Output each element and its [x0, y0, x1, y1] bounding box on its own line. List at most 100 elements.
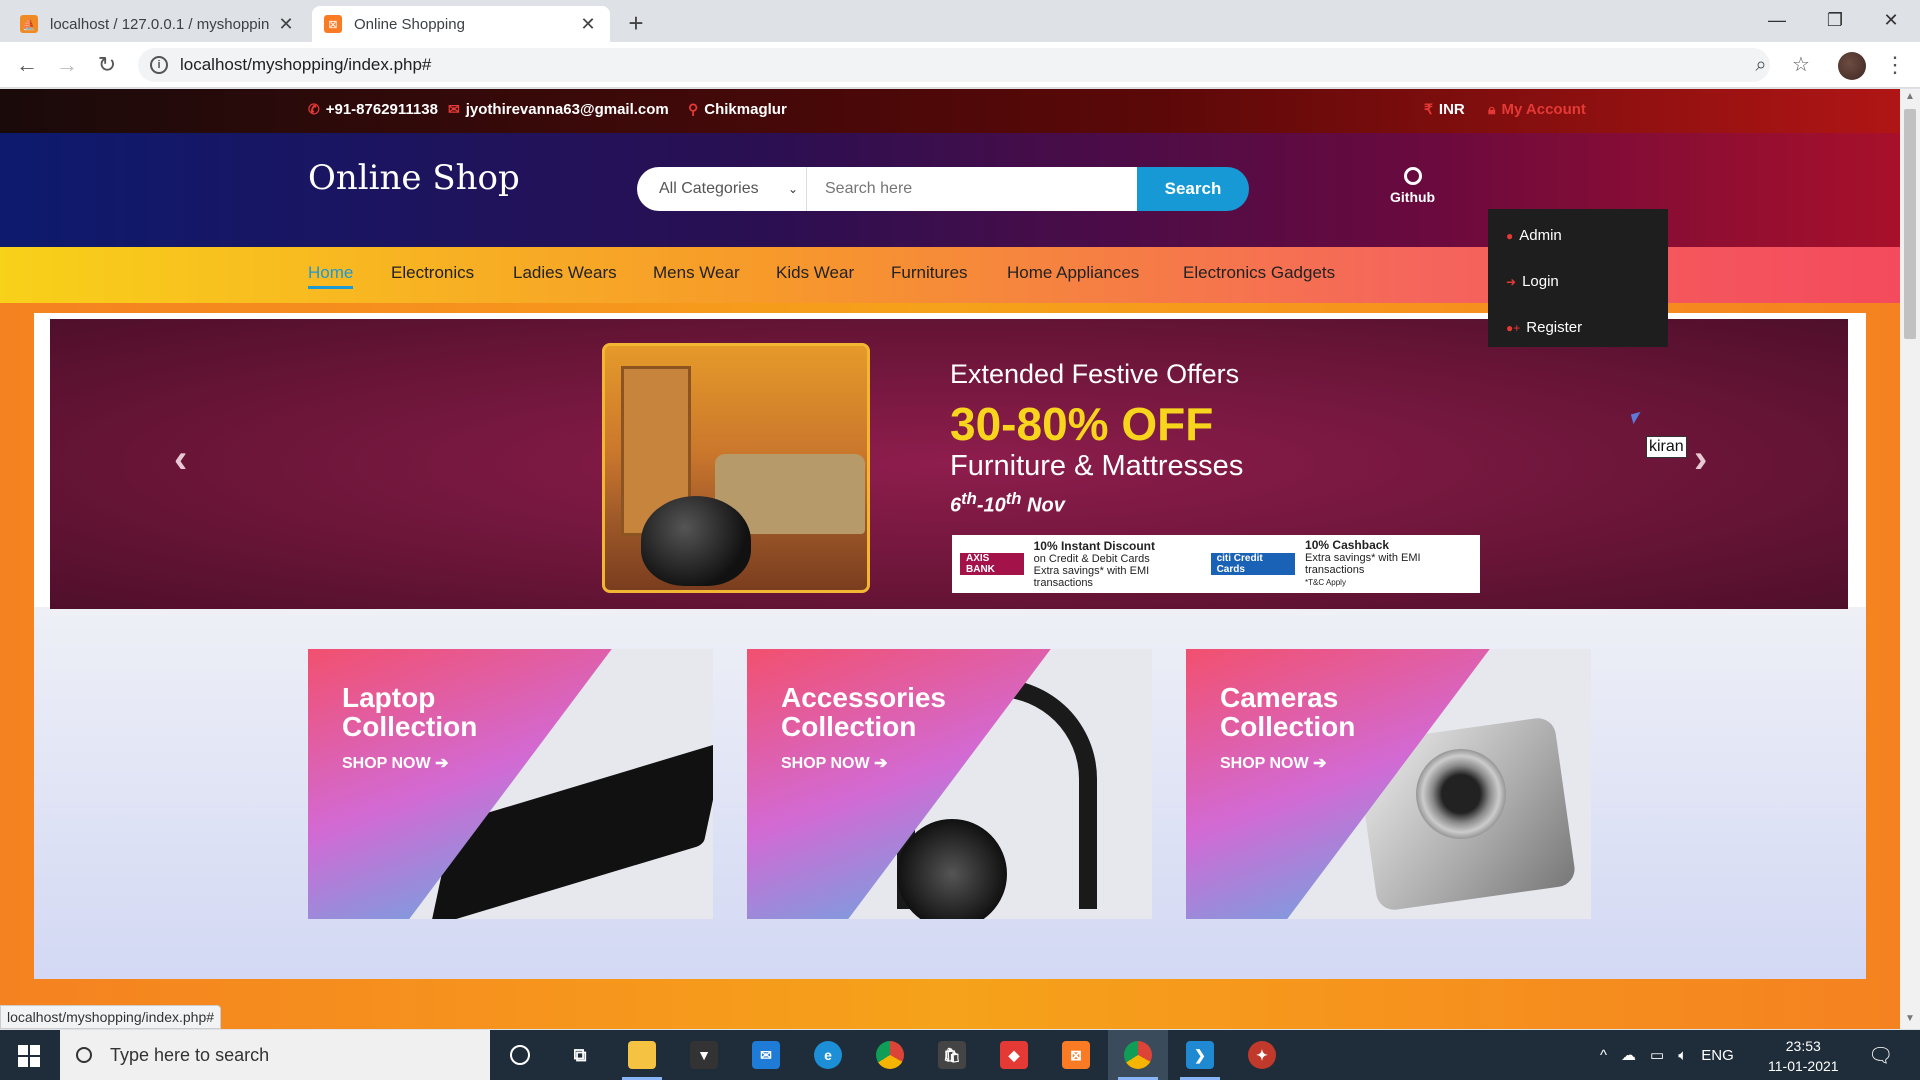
clock-time: 23:53 [1785, 1038, 1821, 1054]
onedrive-icon[interactable]: ☁ [1621, 1046, 1636, 1064]
volume-icon[interactable]: 🔈︎ [1678, 1047, 1687, 1064]
notifications-icon[interactable]: 🗨︎ [1868, 1030, 1893, 1080]
chrome-icon[interactable] [860, 1030, 920, 1080]
shop-now-link[interactable]: SHOP NOW ➔ [1220, 753, 1326, 773]
nav-item-home[interactable]: Home [308, 263, 354, 289]
carousel-prev-icon[interactable]: ‹ [174, 437, 187, 482]
cameras-collection-card[interactable]: Cameras Collection SHOP NOW ➔ [1186, 649, 1591, 919]
show-hidden-icons-icon[interactable]: ^ [1600, 1047, 1607, 1064]
lock-icon: 🔒︎ [1488, 101, 1496, 117]
search-input[interactable] [807, 167, 1137, 211]
menu-item-admin[interactable]: ● Admin [1506, 227, 1562, 244]
taskbar-clock[interactable]: 23:53 11-01-2021 [1768, 1036, 1839, 1076]
close-tab-icon[interactable]: ✕ [578, 14, 598, 35]
hero-carousel[interactable]: ‹ › Extended Festive Offers 30-80% OFF F… [50, 319, 1848, 609]
mail-icon[interactable]: ✉ [736, 1030, 796, 1080]
banner-headline: Extended Festive Offers [950, 359, 1240, 389]
shop-now-link[interactable]: SHOP NOW ➔ [781, 753, 887, 773]
category-select[interactable]: All Categories ⌄ [637, 167, 807, 211]
site-logo[interactable]: Online Shop [308, 158, 520, 198]
contact-topbar: ✆ +91-8762911138 ✉ jyothirevanna63@gmail… [0, 89, 1900, 133]
banner-subtitle: Furniture & Mattresses [950, 450, 1244, 482]
chevron-down-icon: ⌄ [787, 182, 798, 196]
collection-title: Accessories Collection [781, 683, 1001, 741]
my-account-link[interactable]: 🔒︎ My Account [1488, 101, 1586, 118]
store-icon[interactable]: 🛍︎ [922, 1030, 982, 1080]
workbench-icon[interactable]: ✦ [1232, 1030, 1292, 1080]
nav-item-furnitures[interactable]: Furnitures [891, 263, 968, 283]
info-icon[interactable]: i [150, 56, 168, 74]
phone-icon: ✆ [308, 101, 320, 117]
tab-online-shopping[interactable]: ⊠ Online Shopping ✕ [312, 6, 610, 42]
email-contact[interactable]: ✉ jyothirevanna63@gmail.com [448, 101, 669, 118]
nav-item-ladies-wears[interactable]: Ladies Wears [513, 263, 617, 283]
git-app-icon[interactable]: ◆ [984, 1030, 1044, 1080]
currency-link[interactable]: ₹ INR [1424, 101, 1465, 118]
menu-item-register[interactable]: ●+ Register [1506, 319, 1582, 336]
minimize-button[interactable]: — [1748, 4, 1806, 36]
language-indicator[interactable]: ENG [1701, 1047, 1734, 1064]
shop-now-text: SHOP NOW [342, 755, 431, 772]
citi-offer-title: 10% Cashback [1305, 538, 1390, 552]
laptop-collection-card[interactable]: Laptop Collection SHOP NOW ➔ [308, 649, 713, 919]
location-contact[interactable]: ⚲ Chikmaglur [688, 101, 787, 118]
scroll-down-icon[interactable]: ▼ [1900, 1013, 1920, 1024]
page-viewport: ✆ +91-8762911138 ✉ jyothirevanna63@gmail… [0, 89, 1900, 1029]
reload-button[interactable]: ↻ [92, 50, 122, 80]
page-scrollbar[interactable]: ▲ ▼ [1900, 89, 1920, 1029]
battery-icon[interactable]: ▭ [1650, 1046, 1664, 1064]
browser-menu-icon[interactable]: ⋮ [1884, 52, 1906, 78]
search-icon [76, 1047, 92, 1063]
shop-now-link[interactable]: SHOP NOW ➔ [342, 753, 448, 773]
windows-start-icon[interactable] [18, 1045, 40, 1067]
bookmark-star-icon[interactable]: ☆ [1788, 52, 1814, 78]
axis-offer-line: Extra savings* with EMI transactions [1033, 564, 1150, 589]
menu-item-login[interactable]: ➜ Login [1506, 273, 1559, 290]
envelope-icon: ✉ [448, 101, 460, 117]
edge-icon[interactable]: e [798, 1030, 858, 1080]
accessories-collection-card[interactable]: Accessories Collection SHOP NOW ➔ [747, 649, 1152, 919]
browser-toolbar: ← → ↻ i localhost/myshopping/index.php# … [0, 42, 1920, 88]
cortana-icon[interactable] [490, 1030, 550, 1080]
back-button[interactable]: ← [12, 50, 42, 80]
nav-item-kids-wear[interactable]: Kids Wear [776, 263, 854, 283]
carousel-next-icon[interactable]: › [1694, 437, 1707, 482]
task-view-icon[interactable]: ⧉ [550, 1030, 610, 1080]
currency-text: INR [1438, 101, 1465, 118]
banner-dates: 6th-10th Nov [950, 489, 1065, 518]
xampp-app-icon[interactable]: ⊠ [1046, 1030, 1106, 1080]
search-button[interactable]: Search [1137, 167, 1249, 211]
phone-contact[interactable]: ✆ +91-8762911138 [308, 101, 438, 118]
taskbar-search-placeholder: Type here to search [110, 1044, 270, 1065]
github-link[interactable]: Github [1390, 167, 1435, 205]
profile-avatar[interactable] [1838, 52, 1866, 80]
search-form: All Categories ⌄ Search [637, 167, 1249, 211]
vscode-icon[interactable]: ❯ [1170, 1030, 1230, 1080]
furniture-image [602, 343, 870, 593]
category-select-value: All Categories [659, 180, 759, 197]
nav-item-home-appliances[interactable]: Home Appliances [1007, 263, 1139, 283]
chrome-active-icon[interactable] [1108, 1030, 1168, 1080]
zoom-icon[interactable]: ⌕ [1748, 52, 1774, 78]
forward-button[interactable]: → [52, 50, 82, 80]
nav-item-electronics[interactable]: Electronics [391, 263, 474, 283]
nav-item-mens-wear[interactable]: Mens Wear [653, 263, 740, 283]
nav-item-electronics-gadgets[interactable]: Electronics Gadgets [1183, 263, 1335, 283]
new-tab-button[interactable]: + [622, 8, 650, 39]
banner-offer: 30-80% OFF [950, 398, 1214, 450]
close-tab-icon[interactable]: ✕ [276, 14, 296, 35]
file-explorer-icon[interactable] [612, 1030, 672, 1080]
taskbar-search[interactable]: Type here to search [60, 1030, 490, 1080]
arrow-circle-right-icon: ➔ [435, 755, 449, 772]
xampp-icon: ⊠ [324, 15, 342, 33]
scroll-up-icon[interactable]: ▲ [1900, 91, 1920, 102]
close-window-button[interactable]: ✕ [1862, 4, 1920, 36]
address-bar[interactable]: i localhost/myshopping/index.php# [138, 48, 1770, 82]
predator-app-icon[interactable]: ▼ [674, 1030, 734, 1080]
collection-title-line: Collection [342, 711, 478, 742]
restore-button[interactable]: ❐ [1806, 4, 1864, 36]
tab-phpmyadmin[interactable]: ⛵ localhost / 127.0.0.1 / myshoppin ✕ [8, 6, 308, 42]
bank-offers-strip: AXIS BANK 10% Instant Discount on Credit… [952, 535, 1480, 593]
scroll-thumb[interactable] [1904, 109, 1916, 339]
collection-title-line: Cameras [1220, 682, 1339, 713]
